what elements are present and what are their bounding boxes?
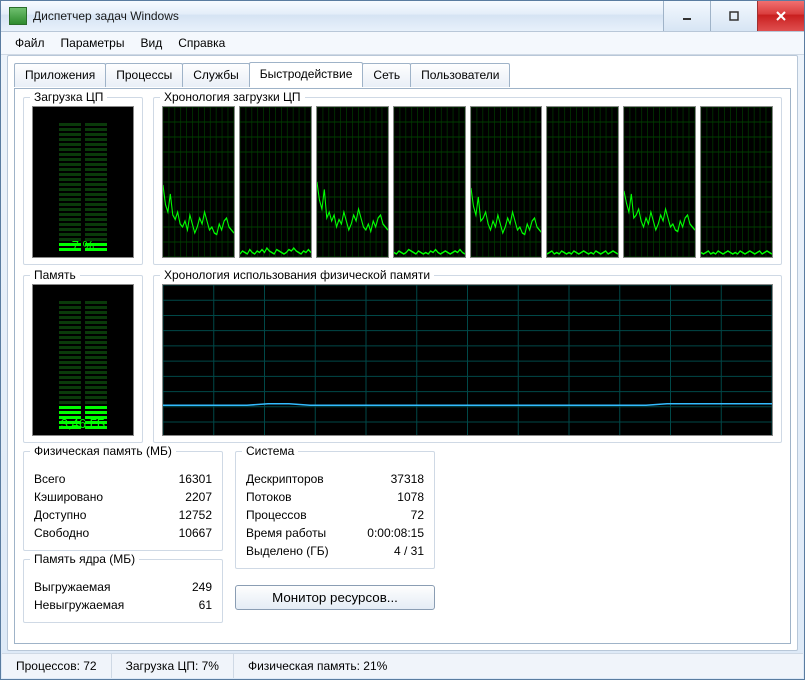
cpu-core-chart-5	[546, 106, 619, 258]
cpu-core-chart-3	[393, 106, 466, 258]
phys-mem-total-value: 16301	[179, 470, 212, 488]
sys-threads-label: Потоков	[246, 488, 316, 506]
phys-mem-cached-label: Кэшировано	[34, 488, 127, 506]
phys-mem-avail-label: Доступно	[34, 506, 110, 524]
sys-uptime-label: Время работы	[246, 524, 350, 542]
menu-file[interactable]: Файл	[7, 34, 53, 52]
cpu-core-chart-4	[470, 106, 543, 258]
cpu-core-chart-0	[162, 106, 235, 258]
cpu-usage-group: Загрузка ЦП 7 %	[23, 97, 143, 265]
tab-performance[interactable]: Быстродействие	[249, 62, 364, 86]
tab-users[interactable]: Пользователи	[410, 63, 510, 87]
cpu-usage-title: Загрузка ЦП	[30, 90, 107, 104]
tab-services[interactable]: Службы	[182, 63, 249, 87]
phys-mem-title: Физическая память (МБ)	[30, 444, 176, 458]
cpu-core-chart-2	[316, 106, 389, 258]
status-memory: Физическая память: 21%	[234, 654, 803, 678]
kernel-nonpaged-label: Невыгружаемая	[34, 596, 148, 614]
tab-applications[interactable]: Приложения	[14, 63, 106, 87]
memory-title: Память	[30, 268, 80, 282]
phys-mem-free-label: Свободно	[34, 524, 113, 542]
task-manager-window: Диспетчер задач Windows Файл Параметры В…	[0, 0, 805, 680]
resource-monitor-button[interactable]: Монитор ресурсов...	[235, 585, 435, 610]
kernel-mem-group: Память ядра (МБ) Выгружаемая249 Невыгруж…	[23, 559, 223, 623]
performance-panel: Загрузка ЦП 7 % Хронология загрузки ЦП П…	[14, 88, 791, 644]
menu-options[interactable]: Параметры	[53, 34, 133, 52]
phys-mem-free-value: 10667	[179, 524, 212, 542]
system-group: Система Дескрипторов37318 Потоков1078 Пр…	[235, 451, 435, 569]
kernel-paged-label: Выгружаемая	[34, 578, 134, 596]
memory-value: 3,46 ГБ	[33, 416, 133, 431]
cpu-usage-value: 7 %	[33, 238, 133, 253]
menu-view[interactable]: Вид	[132, 34, 170, 52]
menu-help[interactable]: Справка	[170, 34, 233, 52]
sys-procs-label: Процессов	[246, 506, 331, 524]
sys-uptime-value: 0:00:08:15	[367, 524, 424, 542]
cpu-history-group: Хронология загрузки ЦП	[153, 97, 782, 265]
status-bar: Процессов: 72 Загрузка ЦП: 7% Физическая…	[2, 653, 803, 678]
status-processes: Процессов: 72	[2, 654, 112, 678]
tab-strip: Приложения Процессы Службы Быстродействи…	[8, 56, 797, 86]
mem-history-title: Хронология использования физической памя…	[160, 268, 434, 282]
content-area: Приложения Процессы Службы Быстродействи…	[7, 55, 798, 651]
menubar: Файл Параметры Вид Справка	[1, 32, 804, 55]
kernel-paged-value: 249	[192, 578, 212, 596]
cpu-history-charts	[162, 106, 773, 258]
cpu-history-title: Хронология загрузки ЦП	[160, 90, 305, 104]
sys-handles-value: 37318	[391, 470, 424, 488]
phys-mem-group: Физическая память (МБ) Всего16301 Кэширо…	[23, 451, 223, 551]
phys-mem-cached-value: 2207	[185, 488, 212, 506]
sys-threads-value: 1078	[397, 488, 424, 506]
sys-commit-label: Выделено (ГБ)	[246, 542, 353, 560]
system-title: Система	[242, 444, 298, 458]
cpu-core-chart-6	[623, 106, 696, 258]
cpu-usage-meter: 7 %	[32, 106, 134, 258]
memory-group: Память 3,46 ГБ	[23, 275, 143, 443]
sys-commit-value: 4 / 31	[394, 542, 424, 560]
cpu-core-chart-1	[239, 106, 312, 258]
sys-handles-label: Дескрипторов	[246, 470, 348, 488]
close-button[interactable]	[757, 1, 804, 31]
maximize-button[interactable]	[710, 1, 757, 31]
tab-processes[interactable]: Процессы	[105, 63, 183, 87]
kernel-nonpaged-value: 61	[199, 596, 212, 614]
mem-history-group: Хронология использования физической памя…	[153, 275, 782, 443]
window-title: Диспетчер задач Windows	[33, 9, 663, 23]
cpu-core-chart-7	[700, 106, 773, 258]
kernel-mem-title: Память ядра (МБ)	[30, 552, 139, 566]
tab-networking[interactable]: Сеть	[362, 63, 411, 87]
titlebar[interactable]: Диспетчер задач Windows	[1, 1, 804, 32]
mem-history-chart	[162, 284, 773, 436]
minimize-button[interactable]	[663, 1, 710, 31]
sys-procs-value: 72	[411, 506, 424, 524]
phys-mem-total-label: Всего	[34, 470, 89, 488]
memory-meter: 3,46 ГБ	[32, 284, 134, 436]
status-cpu: Загрузка ЦП: 7%	[112, 654, 234, 678]
app-icon	[9, 7, 27, 25]
phys-mem-avail-value: 12752	[179, 506, 212, 524]
